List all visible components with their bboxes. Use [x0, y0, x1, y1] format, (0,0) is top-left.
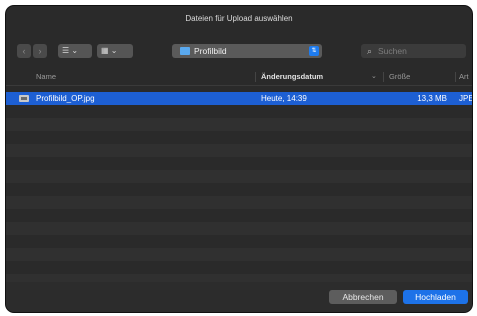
search-icon: ⌕	[367, 46, 373, 56]
updown-arrows-icon: ⇅	[309, 46, 319, 56]
folder-icon	[180, 47, 190, 55]
empty-row	[6, 235, 472, 248]
empty-row	[6, 131, 472, 144]
chevron-left-icon: ‹	[22, 46, 26, 56]
column-date[interactable]: Änderungsdatum	[261, 68, 323, 86]
column-separator	[255, 72, 256, 82]
column-separator	[383, 72, 384, 82]
empty-row	[6, 261, 472, 274]
dialog-title: Dateien für Upload auswählen	[185, 14, 293, 23]
empty-row	[6, 196, 472, 209]
file-kind: JPEG	[459, 94, 472, 103]
forward-button[interactable]: ›	[33, 44, 47, 58]
column-separator	[455, 72, 456, 82]
empty-row	[6, 209, 472, 222]
search-input[interactable]	[378, 44, 460, 58]
grid-icon: ▦	[101, 46, 109, 55]
file-row[interactable]: Profilbild_OP.jpg Heute, 14:39 13,3 MB J…	[6, 92, 472, 105]
column-size[interactable]: Größe	[389, 68, 410, 86]
image-file-icon	[19, 95, 29, 102]
sort-chevron-icon: ⌄	[371, 73, 377, 80]
dialog-footer: Abbrechen Hochladen	[6, 282, 472, 312]
empty-row	[6, 183, 472, 196]
file-name: Profilbild_OP.jpg	[36, 94, 95, 103]
empty-row	[6, 105, 472, 118]
file-size: 13,3 MB	[417, 94, 447, 103]
list-view-button[interactable]: ☰ ⌄	[58, 44, 92, 58]
column-kind[interactable]: Art	[459, 68, 469, 86]
empty-row	[6, 118, 472, 131]
chevron-down-icon: ⌄	[71, 46, 79, 55]
column-header: Name Änderungsdatum ⌄ Größe Art	[6, 68, 472, 86]
column-name[interactable]: Name	[36, 68, 56, 86]
empty-row	[6, 248, 472, 261]
empty-row	[6, 144, 472, 157]
search-field[interactable]: ⌕	[361, 44, 466, 58]
file-picker-dialog: Dateien für Upload auswählen ‹ › ☰ ⌄ ▦ ⌄…	[6, 6, 472, 312]
empty-row	[6, 157, 472, 170]
cancel-button[interactable]: Abbrechen	[329, 290, 397, 304]
file-list: Profilbild_OP.jpg Heute, 14:39 13,3 MB J…	[6, 92, 472, 287]
chevron-down-icon: ⌄	[110, 46, 118, 55]
location-popup[interactable]: Profilbild ⇅	[172, 44, 322, 58]
grid-view-button[interactable]: ▦ ⌄	[97, 44, 133, 58]
empty-row	[6, 170, 472, 183]
location-label: Profilbild	[194, 46, 227, 56]
back-button[interactable]: ‹	[17, 44, 31, 58]
chevron-right-icon: ›	[38, 46, 42, 56]
upload-button[interactable]: Hochladen	[403, 290, 468, 304]
list-icon: ☰	[62, 46, 70, 55]
empty-row	[6, 222, 472, 235]
file-date: Heute, 14:39	[261, 94, 307, 103]
toolbar: ‹ › ☰ ⌄ ▦ ⌄ Profilbild ⇅ ⌕	[6, 32, 472, 68]
